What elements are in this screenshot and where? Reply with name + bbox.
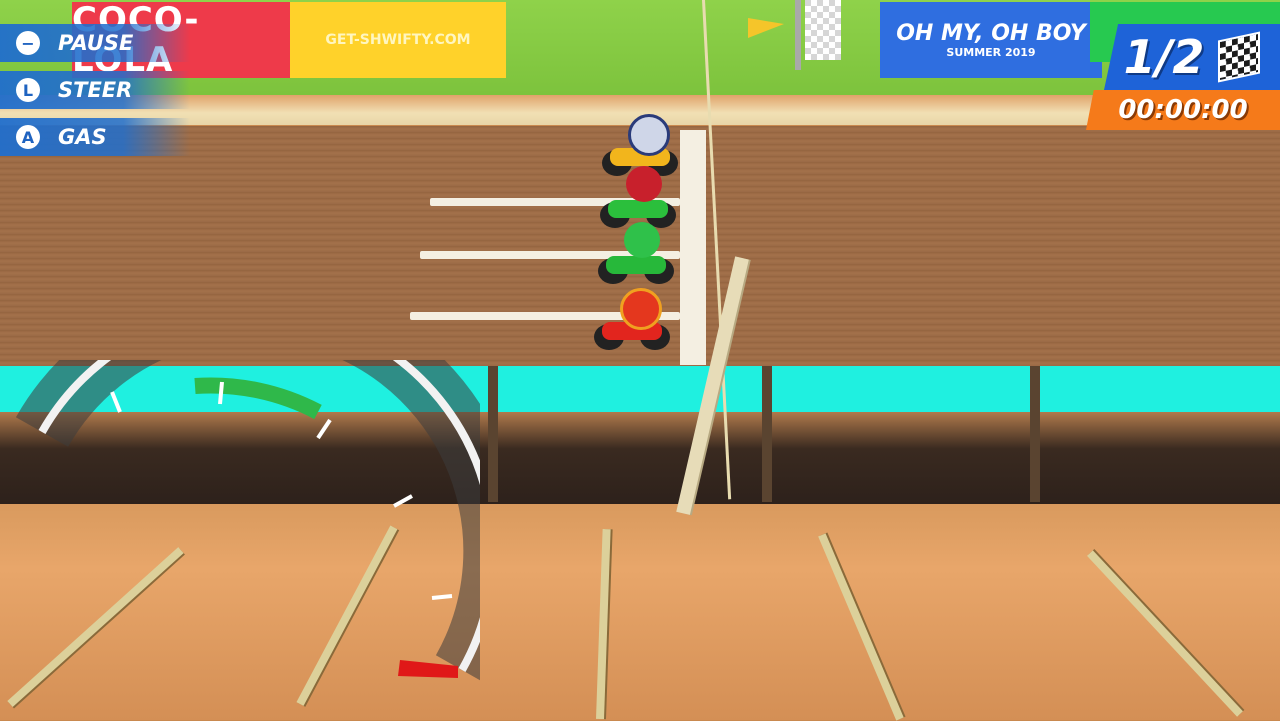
lap-counter-panel: 1/2	[1104, 24, 1280, 90]
speedometer-green-zone	[194, 377, 322, 420]
speedometer-tick	[393, 494, 413, 508]
speedometer-tick	[431, 594, 453, 600]
controls-hint-panel: − PAUSE L STEER A GAS	[0, 24, 200, 165]
speedometer-track	[15, 360, 480, 681]
gas-hint: A GAS	[0, 118, 190, 156]
flag-pole	[795, 0, 801, 70]
race-timer: 00:00:00	[1118, 95, 1248, 125]
player-racer-red	[590, 288, 674, 352]
a-button-icon: A	[16, 125, 40, 149]
promo-banner: OH MY, OH BOY SUMMER 2019	[880, 2, 1102, 78]
racer-green-red-helmet	[596, 166, 680, 230]
speedometer-tick	[110, 391, 122, 413]
racer-green	[594, 222, 678, 286]
lap-counter: 1/2	[1123, 30, 1205, 84]
speedometer-needle	[398, 660, 458, 678]
speedometer-tick	[316, 418, 332, 440]
speedometer-tick	[218, 381, 224, 405]
checkered-flag-icon	[1218, 31, 1261, 83]
left-stick-icon: L	[16, 78, 40, 102]
finish-line	[680, 130, 706, 365]
promo-subtitle: SUMMER 2019	[946, 46, 1036, 59]
race-timer-panel: 00:00:00	[1086, 90, 1280, 130]
steer-hint: L STEER	[0, 71, 190, 109]
website-banner-text: GET-SHWIFTY.COM	[325, 32, 471, 48]
barrier-post	[1030, 366, 1040, 502]
checkered-pole	[805, 0, 841, 60]
promo-title: OH MY, OH BOY	[896, 21, 1086, 46]
barrier-post	[762, 366, 772, 502]
barrier-post	[488, 366, 498, 502]
steer-label: STEER	[58, 78, 133, 102]
website-banner: GET-SHWIFTY.COM	[290, 2, 506, 78]
minus-icon: −	[16, 31, 40, 55]
speedometer-gauge	[15, 360, 480, 681]
gas-label: GAS	[58, 125, 107, 149]
pause-label: PAUSE	[58, 31, 134, 55]
pause-hint[interactable]: − PAUSE	[0, 24, 190, 62]
